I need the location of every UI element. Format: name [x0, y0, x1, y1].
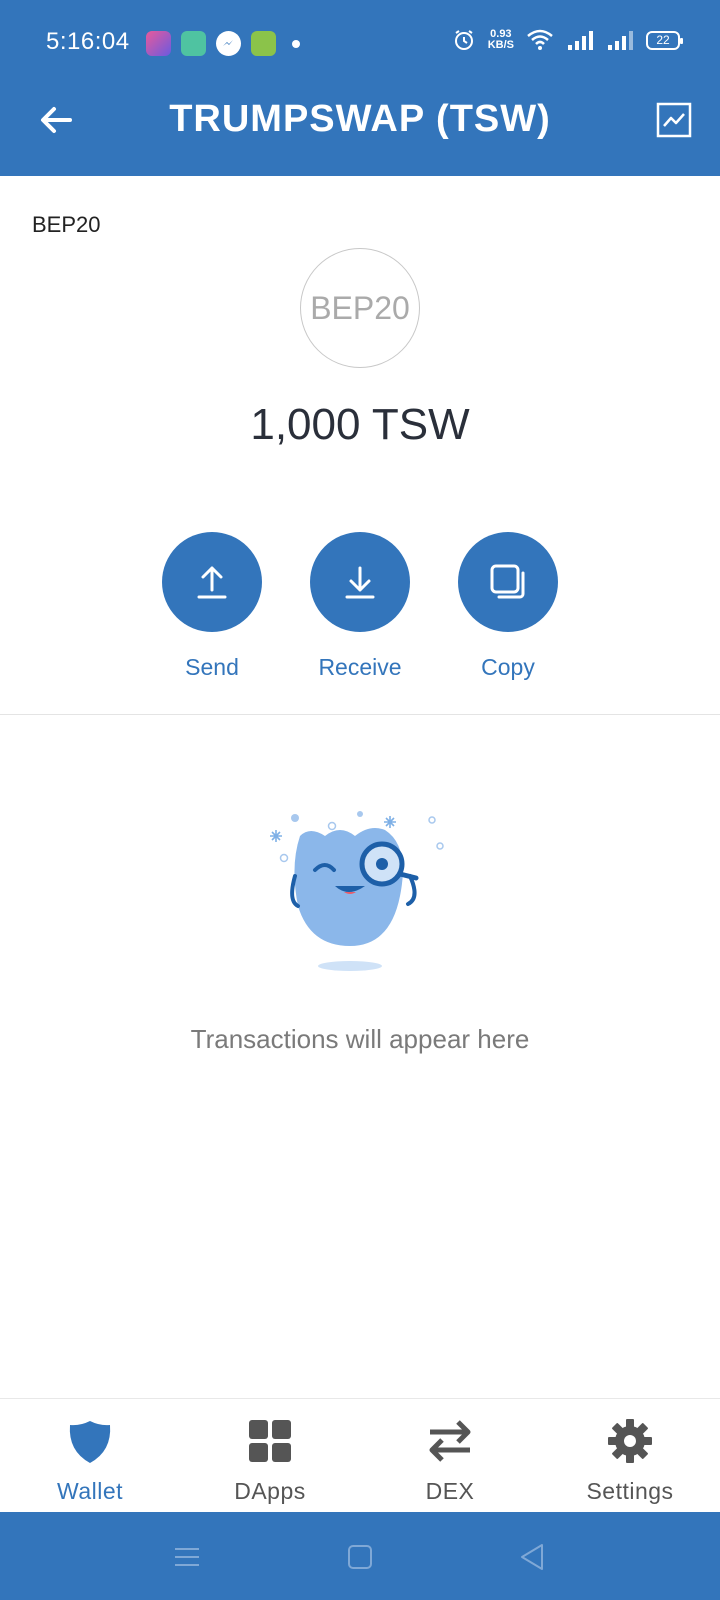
swap-arrows-icon	[429, 1420, 471, 1462]
action-buttons: Send Receive Copy	[0, 532, 720, 692]
app-notification-icon	[251, 31, 276, 56]
notification-icons	[146, 31, 300, 56]
square-icon	[348, 1545, 372, 1569]
token-balance: 1,000 TSW	[250, 400, 470, 449]
more-notifications-dot	[292, 39, 300, 48]
shield-icon	[69, 1421, 111, 1463]
menu-lines-icon	[175, 1548, 199, 1566]
recents-button[interactable]	[170, 1540, 204, 1574]
app-notification-icon	[146, 31, 171, 56]
tab-dapps-label: DApps	[234, 1478, 306, 1504]
top-bar: 5:16:04 0.93 KB/S 22 TRUMPSWAP (TSW)	[0, 0, 720, 176]
tab-dex[interactable]: DEX	[375, 1417, 525, 1505]
back-nav-button[interactable]	[515, 1540, 549, 1574]
section-divider	[0, 714, 720, 715]
tab-dex-label: DEX	[425, 1478, 475, 1504]
tab-wallet[interactable]: Wallet	[15, 1417, 165, 1505]
send-button[interactable]: Send	[157, 532, 267, 681]
page-title: TRUMPSWAP (TSW)	[169, 98, 551, 140]
tab-settings[interactable]: Settings	[555, 1417, 705, 1505]
price-chart-button[interactable]	[656, 102, 692, 138]
grid-icon	[249, 1420, 291, 1462]
send-label: Send	[185, 654, 239, 680]
send-circle[interactable]	[162, 532, 262, 632]
messenger-icon	[216, 31, 241, 56]
empty-state-message: Transactions will appear here	[190, 1024, 530, 1054]
receive-label: Receive	[318, 654, 402, 680]
signal-icon	[568, 31, 593, 50]
empty-state-mascot-icon	[270, 811, 444, 971]
tab-wallet-label: Wallet	[56, 1478, 124, 1504]
signal-icon	[608, 31, 633, 50]
chart-icon	[656, 102, 692, 138]
battery-indicator: 22	[646, 30, 683, 50]
network-label: BEP20	[32, 212, 101, 237]
gear-icon	[608, 1419, 652, 1463]
receive-circle[interactable]	[310, 532, 410, 632]
receive-button[interactable]: Receive	[305, 532, 415, 681]
network-speed: 0.93 KB/S	[487, 28, 514, 51]
status-indicators: 0.93 KB/S 22	[452, 28, 683, 52]
home-button[interactable]	[343, 1540, 377, 1574]
copy-icon	[490, 564, 525, 599]
alarm-icon	[454, 30, 473, 50]
tab-settings-label: Settings	[586, 1478, 674, 1504]
tab-dapps[interactable]: DApps	[195, 1417, 345, 1505]
copy-button[interactable]: Copy	[453, 532, 563, 681]
upload-arrow-icon	[197, 566, 227, 599]
app-notification-icon	[181, 31, 206, 56]
status-time: 5:16:04	[46, 28, 130, 55]
download-arrow-icon	[345, 566, 375, 599]
copy-circle[interactable]	[458, 532, 558, 632]
bottom-tab-bar: Wallet DApps DEX Settings	[0, 1398, 720, 1512]
system-navigation-bar	[0, 1512, 720, 1600]
copy-label: Copy	[481, 654, 535, 680]
triangle-back-icon	[521, 1544, 543, 1570]
token-logo: BEP20	[300, 248, 420, 368]
wifi-icon	[527, 29, 553, 50]
